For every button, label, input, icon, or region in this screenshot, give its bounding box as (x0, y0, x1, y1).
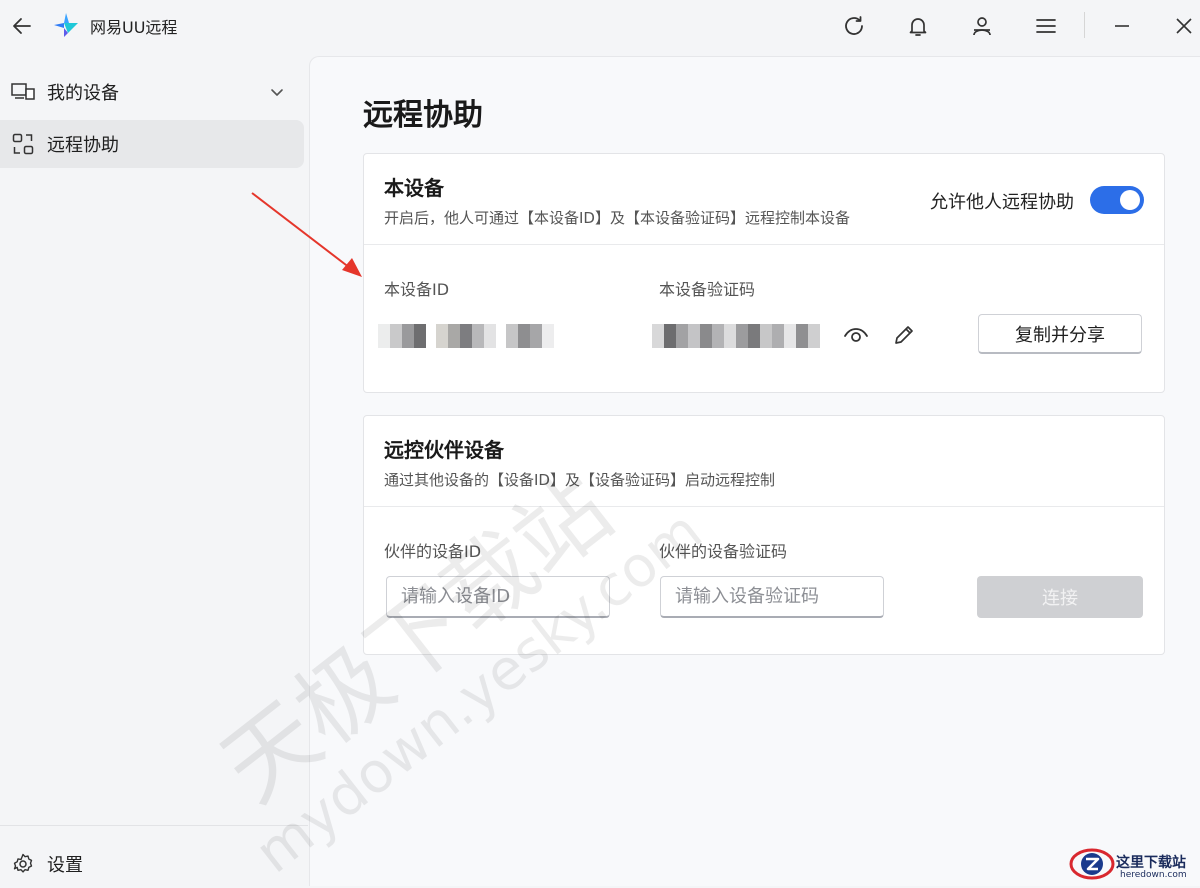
notification-button[interactable] (902, 10, 934, 42)
sidebar-item-label: 远程协助 (47, 135, 119, 156)
app-title: 网易UU远程 (90, 18, 178, 37)
partner-id-label: 伙伴的设备ID (384, 542, 482, 561)
toggle-label: 允许他人远程协助 (930, 192, 1074, 213)
pencil-icon (895, 326, 913, 344)
badge-url: heredown.com (1120, 870, 1187, 880)
remote-assist-icon (11, 133, 35, 155)
partner-device-card: 远控伙伴设备 通过其他设备的【设备ID】及【设备验证码】启动远程控制 伙伴的设备… (363, 415, 1165, 655)
card-title: 本设备 (384, 176, 444, 200)
card-title: 远控伙伴设备 (384, 438, 504, 462)
minimize-button[interactable] (1106, 10, 1138, 42)
badge-name: 这里下载站 (1116, 855, 1186, 871)
site-badge: 这里下载站 heredown.com (1068, 846, 1198, 882)
titlebar-divider (1084, 12, 1085, 38)
partner-code-input[interactable] (660, 576, 884, 618)
card-header: 本设备 开启后，他人可通过【本设备ID】及【本设备验证码】远程控制本设备 允许他… (364, 154, 1164, 245)
refresh-button[interactable] (838, 10, 870, 42)
card-subtitle: 通过其他设备的【设备ID】及【设备验证码】启动远程控制 (384, 471, 775, 489)
main-content: 远程协助 本设备 开启后，他人可通过【本设备ID】及【本设备验证码】远程控制本设… (309, 56, 1200, 886)
partner-code-label: 伙伴的设备验证码 (659, 542, 788, 561)
user-icon (973, 17, 991, 36)
app-logo-icon (54, 13, 78, 37)
sidebar-item-label: 设置 (47, 855, 83, 876)
close-icon (1176, 18, 1192, 34)
device-id-label: 本设备ID (384, 280, 450, 299)
allow-remote-toggle[interactable] (1090, 186, 1144, 214)
devices-icon (11, 81, 35, 103)
account-button[interactable] (966, 10, 998, 42)
gear-icon (11, 853, 35, 875)
edit-code-button[interactable] (890, 321, 918, 349)
card-header: 远控伙伴设备 通过其他设备的【设备ID】及【设备验证码】启动远程控制 (364, 416, 1164, 507)
device-code-value-pixelated (652, 324, 820, 348)
device-id-value-pixelated (378, 324, 554, 348)
chevron-down-icon[interactable] (268, 83, 286, 101)
title-bar: 网易UU远程 (0, 0, 1200, 52)
sidebar-item-label: 我的设备 (47, 83, 119, 104)
menu-button[interactable] (1030, 10, 1062, 42)
sidebar-item-my-devices[interactable]: 我的设备 (0, 68, 304, 116)
page-title: 远程协助 (363, 98, 483, 133)
eye-icon (844, 328, 868, 342)
badge-logo-icon (1069, 848, 1115, 880)
connect-button[interactable]: 连接 (977, 576, 1143, 618)
refresh-icon (845, 16, 863, 35)
arrow-left-icon (13, 18, 31, 34)
sidebar-item-remote-assist[interactable]: 远程协助 (0, 120, 304, 168)
copy-share-button[interactable]: 复制并分享 (978, 314, 1142, 354)
partner-id-input[interactable] (386, 576, 610, 618)
sidebar-divider (0, 825, 308, 826)
sidebar-item-settings[interactable]: 设置 (0, 840, 304, 888)
menu-icon (1036, 19, 1056, 33)
toggle-knob (1120, 190, 1140, 210)
sidebar: 我的设备 远程协助 设置 (0, 52, 308, 885)
this-device-card: 本设备 开启后，他人可通过【本设备ID】及【本设备验证码】远程控制本设备 允许他… (363, 153, 1165, 393)
card-subtitle: 开启后，他人可通过【本设备ID】及【本设备验证码】远程控制本设备 (384, 209, 850, 227)
close-button[interactable] (1168, 10, 1200, 42)
minimize-icon (1115, 25, 1129, 27)
bell-icon (909, 18, 927, 36)
device-code-label: 本设备验证码 (659, 280, 756, 299)
show-code-button[interactable] (842, 321, 870, 349)
back-button[interactable] (6, 10, 38, 42)
